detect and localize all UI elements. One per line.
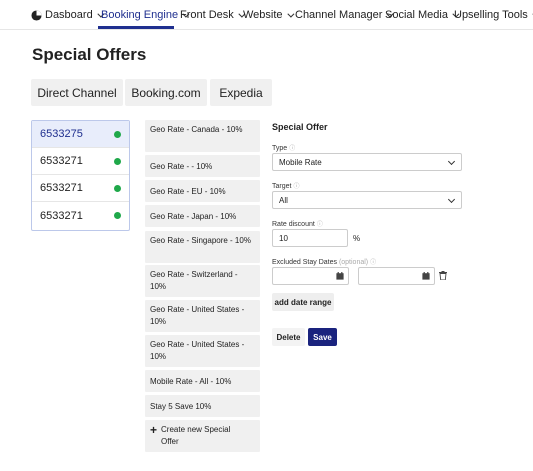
- rate-plan-id: 6533271: [40, 182, 83, 194]
- excluded-dates-label: Excluded Stay Dates (optional) ⓘ: [272, 257, 376, 266]
- optional-tag: (optional): [338, 259, 369, 266]
- form-title: Special Offer: [272, 122, 328, 132]
- nav-front-desk[interactable]: Front Desk: [180, 9, 246, 21]
- offer-label: Mobile Rate - All - 10%: [150, 377, 232, 386]
- start-date-input[interactable]: [272, 267, 349, 285]
- discount-value: 10: [279, 233, 288, 243]
- offer-item[interactable]: Geo Rate - Canada - 10%: [145, 120, 260, 152]
- nav-channel-manager-label: Channel Manager: [295, 9, 383, 21]
- discount-input[interactable]: 10: [272, 229, 348, 247]
- delete-button[interactable]: Delete: [272, 328, 305, 346]
- tab-label: Booking.com: [131, 85, 201, 100]
- tab-label: Expedia: [219, 85, 263, 100]
- nav-website[interactable]: Website: [243, 9, 294, 21]
- page-title: Special Offers: [32, 45, 147, 64]
- nav-booking-engine-label: Booking Engine: [101, 9, 179, 21]
- save-button[interactable]: Save: [308, 328, 337, 346]
- info-icon: ⓘ: [370, 260, 377, 266]
- nav-website-label: Website: [243, 9, 283, 21]
- offer-label: Geo Rate - Singapore - 10%: [150, 236, 251, 245]
- offer-label: Stay 5 Save 10%: [150, 402, 212, 411]
- nav-front-desk-label: Front Desk: [180, 9, 234, 21]
- offer-item[interactable]: Geo Rate - Switzerland - 10%: [145, 265, 260, 297]
- nav-dashboard[interactable]: Dasboard: [31, 9, 105, 21]
- status-dot: [114, 185, 121, 192]
- dashboard-icon: [31, 9, 42, 21]
- offer-item[interactable]: Geo Rate - Japan - 10%: [145, 205, 260, 227]
- tab-label: Direct Channel: [37, 85, 117, 100]
- type-select-value: Mobile Rate: [279, 157, 322, 167]
- offer-label: Geo Rate - - 10%: [150, 162, 213, 171]
- info-icon: ⓘ: [289, 146, 296, 152]
- create-special-offer-button[interactable]: + Create new Special Offer: [145, 420, 260, 452]
- status-dot: [114, 212, 121, 219]
- nav-upselling-tools-label: Upselling Tools: [454, 9, 528, 21]
- offer-item[interactable]: Geo Rate - Singapore - 10%: [145, 231, 260, 263]
- offer-label: Geo Rate - Japan - 10%: [150, 212, 237, 221]
- tab-direct-channel[interactable]: Direct Channel: [31, 79, 123, 106]
- nav-dashboard-label: Dasboard: [45, 9, 93, 21]
- type-select[interactable]: Mobile Rate: [272, 153, 462, 171]
- rate-plan-item[interactable]: 6533271: [32, 175, 129, 202]
- offer-item[interactable]: Geo Rate - United States - 10%: [145, 300, 260, 332]
- offer-label: Geo Rate - Switzerland - 10%: [150, 270, 238, 291]
- plus-icon: +: [150, 423, 158, 437]
- rate-plan-list: 6533275 6533271 6533271 6533271: [31, 120, 130, 231]
- tab-booking-com[interactable]: Booking.com: [125, 79, 207, 106]
- offer-item[interactable]: Stay 5 Save 10%: [145, 395, 260, 417]
- save-label: Save: [313, 332, 332, 342]
- target-label: Target ⓘ: [272, 181, 299, 190]
- nav-channel-manager[interactable]: Channel Manager: [295, 9, 394, 21]
- offer-item[interactable]: Geo Rate - EU - 10%: [145, 180, 260, 202]
- create-offer-label: Create new Special Offer: [161, 425, 231, 446]
- nav-booking-engine[interactable]: Booking Engine: [101, 9, 190, 21]
- info-icon: ⓘ: [316, 222, 323, 228]
- chevron-down-icon: [447, 195, 456, 204]
- trash-icon[interactable]: [439, 271, 447, 280]
- offer-label: Geo Rate - EU - 10%: [150, 187, 226, 196]
- target-select-value: All: [279, 195, 288, 205]
- type-label-text: Type: [272, 145, 288, 152]
- add-date-range-button[interactable]: add date range: [272, 293, 334, 311]
- chevron-down-icon: [286, 10, 294, 18]
- offer-item[interactable]: Geo Rate - - 10%: [145, 155, 260, 177]
- tab-expedia[interactable]: Expedia: [210, 79, 272, 106]
- rate-plan-id: 6533275: [40, 128, 83, 140]
- calendar-icon: [422, 272, 430, 280]
- rate-plan-id: 6533271: [40, 209, 83, 222]
- rate-plan-item[interactable]: 6533271: [32, 202, 129, 229]
- offer-label: Geo Rate - Canada - 10%: [150, 125, 243, 134]
- percent-unit: %: [353, 234, 361, 243]
- calendar-icon: [336, 272, 344, 280]
- rate-plan-item[interactable]: 6533271: [32, 148, 129, 175]
- nav-social-media-label: Social Media: [385, 9, 448, 21]
- rate-plan-item[interactable]: 6533275: [32, 121, 129, 148]
- nav-upselling-tools[interactable]: Upselling Tools: [454, 9, 533, 21]
- top-nav: Dasboard Booking Engine Front Desk Websi…: [0, 0, 533, 30]
- target-label-text: Target: [272, 183, 292, 190]
- offer-label: Geo Rate - United States - 10%: [150, 305, 245, 326]
- add-date-range-label: add date range: [274, 297, 332, 307]
- type-label: Type ⓘ: [272, 143, 295, 152]
- offer-item[interactable]: Geo Rate - United States - 10%: [145, 335, 260, 367]
- info-icon: ⓘ: [293, 184, 300, 190]
- excluded-dates-label-text: Excluded Stay Dates: [272, 259, 337, 266]
- discount-label: Rate discount ⓘ: [272, 219, 323, 228]
- nav-social-media[interactable]: Social Media: [385, 9, 460, 21]
- end-date-input[interactable]: [358, 267, 435, 285]
- status-dot: [114, 158, 121, 165]
- rate-plan-id: 6533271: [40, 155, 83, 167]
- status-dot: [114, 131, 121, 138]
- active-nav-indicator: [98, 26, 174, 29]
- chevron-down-icon: [447, 157, 456, 166]
- target-select[interactable]: All: [272, 191, 462, 209]
- delete-label: Delete: [276, 332, 301, 342]
- offer-label: Geo Rate - United States - 10%: [150, 340, 245, 361]
- offer-item[interactable]: Mobile Rate - All - 10%: [145, 370, 260, 392]
- discount-label-text: Rate discount: [272, 221, 315, 228]
